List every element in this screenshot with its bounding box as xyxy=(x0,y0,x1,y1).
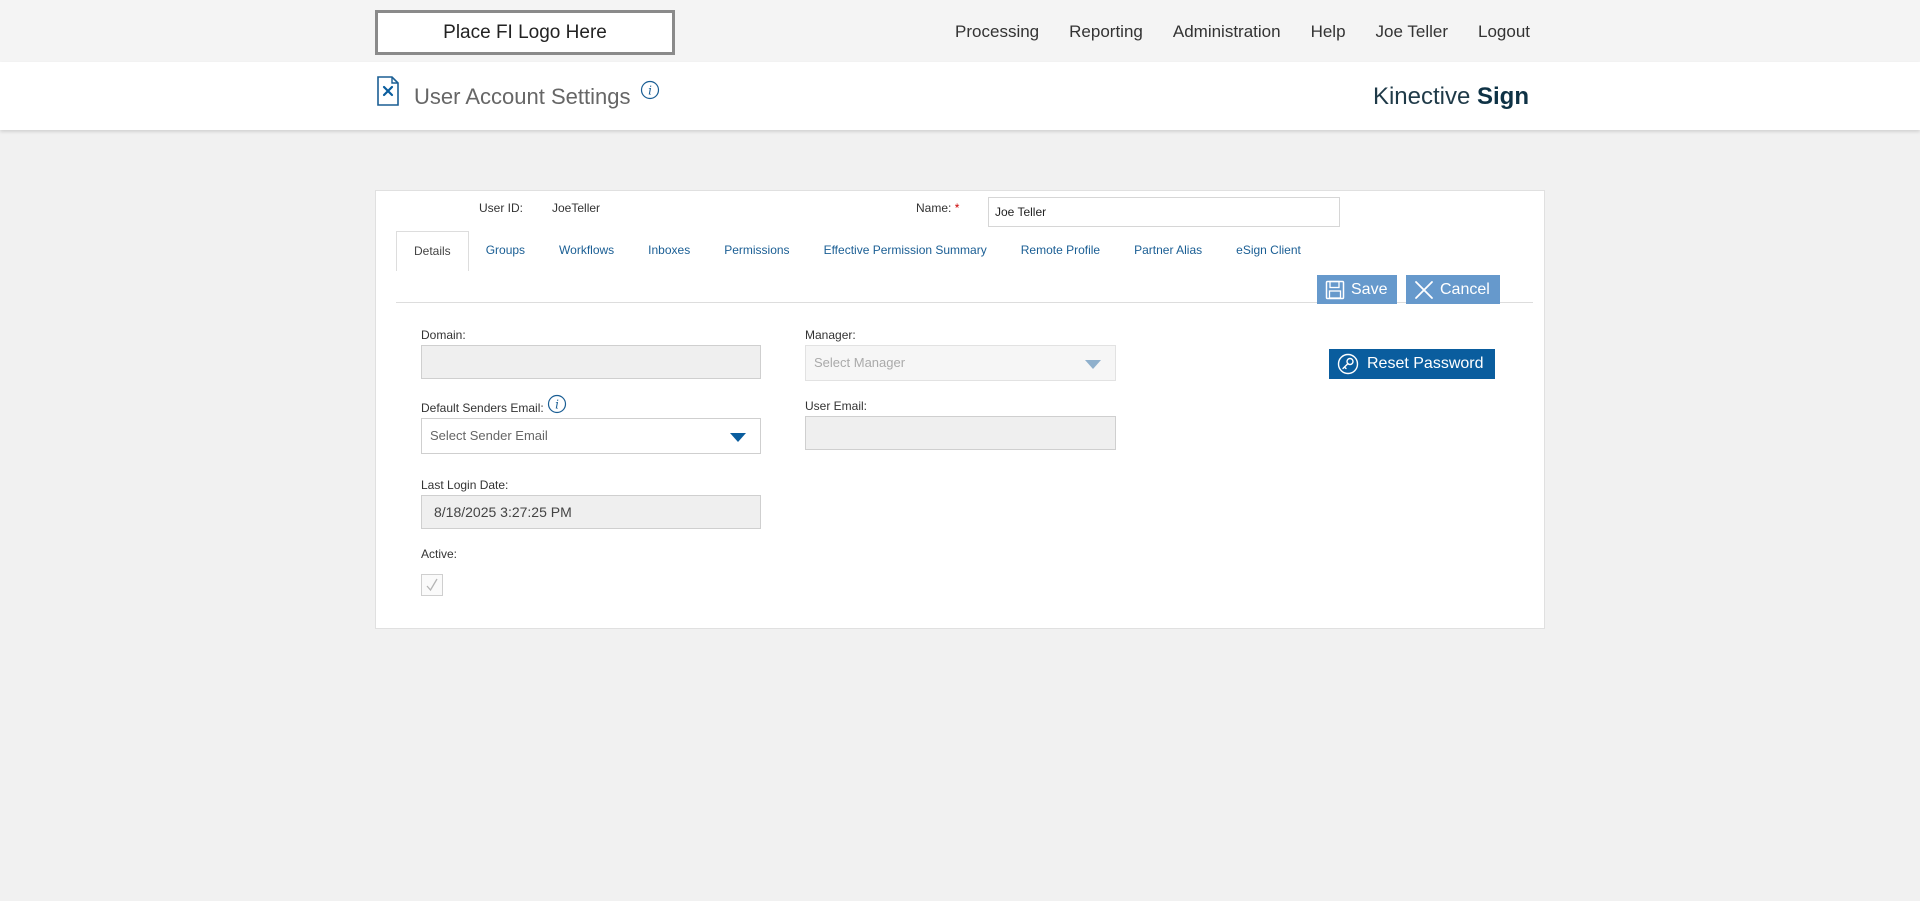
cancel-label: Cancel xyxy=(1440,280,1490,298)
user-id-value: JoeTeller xyxy=(552,201,601,215)
nav-user-name[interactable]: Joe Teller xyxy=(1376,22,1448,42)
name-input[interactable] xyxy=(988,197,1340,227)
tab-bar: Details Groups Workflows Inboxes Permiss… xyxy=(396,231,1318,271)
tab-groups[interactable]: Groups xyxy=(469,231,542,270)
user-email-label: User Email: xyxy=(805,399,868,413)
chevron-down-icon xyxy=(1085,360,1101,369)
user-id-label: User ID: xyxy=(479,201,524,215)
required-marker: * xyxy=(954,201,960,215)
top-nav: Processing Reporting Administration Help… xyxy=(955,22,1530,42)
info-icon[interactable]: i xyxy=(547,394,567,414)
manager-select[interactable]: Select Manager xyxy=(805,345,1116,381)
name-label-text: Name: xyxy=(916,201,952,215)
cancel-button[interactable]: Cancel xyxy=(1406,275,1500,304)
brand-logo: Kinective Sign xyxy=(1373,83,1529,111)
nav-administration[interactable]: Administration xyxy=(1173,22,1281,42)
reset-password-button[interactable]: Reset Password xyxy=(1329,349,1495,379)
page-title: User Account Settings xyxy=(414,84,631,109)
brand-light: Kinective xyxy=(1372,83,1477,110)
top-bar: Place FI Logo Here Processing Reporting … xyxy=(0,0,1920,62)
sender-email-placeholder: Select Sender Email xyxy=(430,428,548,443)
tab-remote-profile[interactable]: Remote Profile xyxy=(1004,231,1117,270)
key-icon xyxy=(1337,353,1359,375)
tab-partner-alias[interactable]: Partner Alias xyxy=(1117,231,1219,270)
svg-text:i: i xyxy=(648,84,652,98)
tab-details[interactable]: Details xyxy=(396,231,469,271)
manager-label: Manager: xyxy=(805,328,856,342)
floppy-disk-icon xyxy=(1325,280,1345,299)
save-label: Save xyxy=(1351,280,1388,298)
save-button[interactable]: Save xyxy=(1317,275,1397,304)
default-senders-email-label: Default Senders Email: xyxy=(421,401,544,415)
domain-label: Domain: xyxy=(421,328,466,342)
default-senders-email-select[interactable]: Select Sender Email xyxy=(421,418,761,454)
tab-effective-permission-summary[interactable]: Effective Permission Summary xyxy=(807,231,1004,270)
last-login-date-label: Last Login Date: xyxy=(421,478,509,492)
nav-logout[interactable]: Logout xyxy=(1478,22,1530,42)
reset-password-label: Reset Password xyxy=(1367,355,1484,372)
close-icon xyxy=(1415,280,1433,299)
last-login-date-field: 8/18/2025 3:27:25 PM xyxy=(421,495,761,529)
info-icon[interactable]: i xyxy=(640,80,660,100)
nav-help[interactable]: Help xyxy=(1311,22,1346,42)
tab-esign-client[interactable]: eSign Client xyxy=(1219,231,1318,270)
chevron-down-icon xyxy=(730,433,746,442)
user-settings-panel: User ID: JoeTeller Name: * Details Group… xyxy=(375,190,1545,629)
manager-placeholder: Select Manager xyxy=(814,355,906,370)
nav-reporting[interactable]: Reporting xyxy=(1069,22,1143,42)
name-label: Name: * xyxy=(916,201,959,215)
active-label: Active: xyxy=(421,547,458,561)
nav-processing[interactable]: Processing xyxy=(955,22,1039,42)
domain-field[interactable] xyxy=(421,345,761,379)
user-email-field[interactable] xyxy=(805,416,1116,450)
tab-workflows[interactable]: Workflows xyxy=(542,231,631,270)
fi-logo-placeholder[interactable]: Place FI Logo Here xyxy=(375,10,675,55)
checkmark-icon xyxy=(426,578,438,592)
document-settings-icon xyxy=(377,76,399,106)
active-checkbox[interactable] xyxy=(421,574,443,596)
tab-permissions[interactable]: Permissions xyxy=(707,231,806,270)
tab-inboxes[interactable]: Inboxes xyxy=(631,231,707,270)
svg-text:i: i xyxy=(555,398,559,412)
page-header: User Account Settings i Kinective Sign xyxy=(0,62,1920,130)
brand-bold: Sign xyxy=(1477,83,1529,110)
